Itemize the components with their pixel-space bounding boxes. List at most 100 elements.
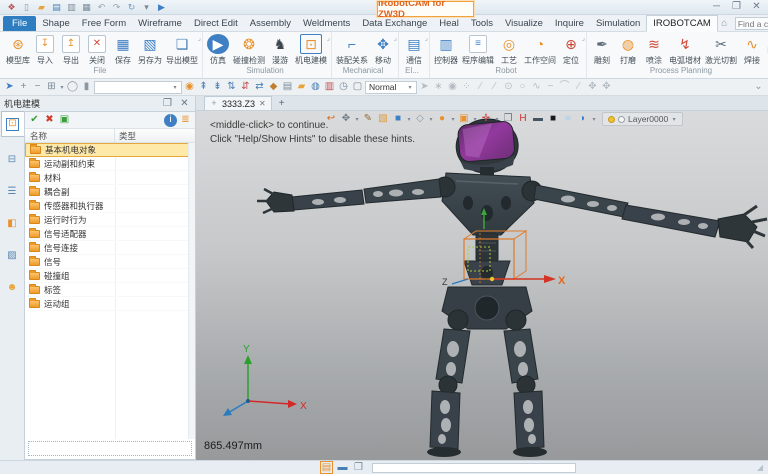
tree-item[interactable]: 材料: [25, 171, 195, 185]
render-ball-caret-icon[interactable]: ▾: [450, 116, 456, 123]
close-document-icon[interactable]: ✕: [259, 99, 266, 108]
dialog-launcher-icon[interactable]: ⌟: [198, 34, 201, 42]
assembly-relation-button[interactable]: ⌐装配关系: [334, 34, 370, 66]
shaded-mode-caret-icon[interactable]: ▾: [406, 116, 412, 123]
tab-direct-edit[interactable]: Direct Edit: [188, 16, 244, 31]
view-mode-caret-icon[interactable]: ▾: [407, 84, 413, 91]
hand2-icon[interactable]: ✥: [600, 81, 613, 94]
frame-icon[interactable]: ▢: [351, 81, 364, 94]
pin-up-icon[interactable]: ⇞: [197, 81, 210, 94]
tree-item[interactable]: 传感器和执行器: [25, 199, 195, 213]
confirm-icon[interactable]: ✔: [28, 114, 41, 127]
split-b-icon[interactable]: ⇵: [239, 81, 252, 94]
line2-icon[interactable]: ∕: [488, 81, 501, 94]
save-button[interactable]: ▦保存: [110, 34, 136, 66]
controller-button[interactable]: ▥控制器: [432, 34, 460, 66]
refresh-icon[interactable]: ↻: [125, 1, 138, 13]
engraving-button[interactable]: ✒雕刻: [589, 34, 615, 66]
toolbar-overflow-icon[interactable]: ⌄: [752, 81, 765, 94]
tab-wireframe[interactable]: Wireframe: [132, 16, 188, 31]
display-monitor-icon[interactable]: ▬: [531, 113, 545, 126]
detail-icon[interactable]: ≣: [179, 114, 192, 127]
qat-caret-icon[interactable]: ▾: [140, 1, 153, 13]
pick-box-caret-icon[interactable]: ▾: [59, 84, 65, 91]
background-icon[interactable]: ▣: [457, 113, 471, 126]
panel-scrollbar[interactable]: [188, 143, 195, 439]
export-model-button[interactable]: ❏导出模型: [164, 34, 200, 66]
view-mode-combo[interactable]: Normal▾: [365, 81, 417, 94]
open-file-icon[interactable]: ▰: [35, 1, 48, 13]
column-header-name[interactable]: 名称: [25, 129, 115, 142]
tab-simulation[interactable]: Simulation: [590, 16, 646, 31]
arc-additive-button[interactable]: ↯电弧增材: [667, 34, 703, 66]
laser-cutting-button[interactable]: ✂激光切割: [703, 34, 739, 66]
play-ring-icon[interactable]: ◉: [446, 81, 459, 94]
monitor-status-icon[interactable]: ▬: [336, 461, 349, 474]
csys-icon[interactable]: ▧: [376, 113, 390, 126]
robot-model[interactable]: X Z Y X: [196, 111, 768, 460]
render-ball-icon[interactable]: ●: [435, 113, 449, 126]
tab-shape[interactable]: Shape: [36, 16, 75, 31]
folder-apply-icon[interactable]: ▣: [58, 114, 71, 127]
style-icon[interactable]: ❖: [5, 1, 18, 13]
tab-irobotcam[interactable]: IROBOTCAM: [646, 15, 718, 32]
exit-view-icon[interactable]: ↩: [324, 113, 338, 126]
note-icon[interactable]: ▤: [281, 81, 294, 94]
dialog-launcher-icon[interactable]: ⌟: [394, 34, 397, 42]
restore-panel-icon[interactable]: ❐: [161, 97, 174, 110]
welding-button[interactable]: ∿焊接: [739, 34, 765, 66]
marker-icon[interactable]: ◆: [267, 81, 280, 94]
remove-pick-icon[interactable]: −: [31, 81, 44, 94]
circle-dot-icon[interactable]: ⊙: [502, 81, 515, 94]
tree-item[interactable]: 信号: [25, 255, 195, 269]
process-button[interactable]: ◎工艺: [496, 34, 522, 66]
select-filter-icon[interactable]: ➤: [3, 81, 16, 94]
close-file-button[interactable]: ✕关闭: [84, 34, 110, 66]
min-window-icon[interactable]: ─: [710, 1, 723, 14]
wireframe-mode-caret-icon[interactable]: ▾: [428, 116, 434, 123]
new-file-icon[interactable]: ▯: [20, 1, 33, 13]
redo-icon[interactable]: ↷: [110, 1, 123, 13]
save-file-icon[interactable]: ▤: [50, 1, 63, 13]
home-icon[interactable]: ⌂: [718, 17, 731, 30]
window-status-icon[interactable]: ❐: [352, 461, 365, 474]
assembly-tab-tab[interactable]: ☰: [1, 179, 24, 205]
undo-icon[interactable]: ↶: [95, 1, 108, 13]
shaded-mode-icon[interactable]: ■: [391, 113, 405, 126]
sketch-pencil-icon[interactable]: ✎: [361, 113, 375, 126]
orbit-icon[interactable]: ✥: [339, 113, 353, 126]
asterisk-icon[interactable]: ∗: [432, 81, 445, 94]
visual-tab-tab[interactable]: ◧: [1, 211, 24, 237]
role-tab-tab[interactable]: ☻: [1, 275, 24, 301]
status-prompt-input[interactable]: [372, 463, 576, 473]
shark-caret-icon[interactable]: ▾: [591, 116, 597, 123]
folder-scene-icon[interactable]: ▰: [295, 81, 308, 94]
add-pick-icon[interactable]: +: [17, 81, 30, 94]
section-icon[interactable]: H: [516, 113, 530, 126]
close-panel-icon[interactable]: ✕: [178, 97, 191, 110]
tree-item[interactable]: 信号适配器: [25, 227, 195, 241]
view-orient-caret-icon[interactable]: ▾: [494, 116, 500, 123]
column-header-type[interactable]: 类型: [115, 130, 195, 142]
tab-weldments[interactable]: Weldments: [297, 16, 356, 31]
viewport-3d[interactable]: <middle-click> to continue. Click "Help/…: [196, 111, 768, 460]
hand-icon[interactable]: ✥: [586, 81, 599, 94]
print-icon[interactable]: ▥: [65, 1, 78, 13]
collision-detect-button[interactable]: ❂碰撞检测: [231, 34, 267, 66]
command-search-input[interactable]: [738, 19, 768, 29]
move-button[interactable]: ✥移动: [370, 34, 396, 66]
info-icon[interactable]: i: [164, 114, 177, 127]
shark-icon[interactable]: ◗: [576, 113, 590, 126]
document-tab[interactable]: + 3333.Z3 ✕: [204, 96, 272, 110]
tree-item[interactable]: 运动副和约束: [25, 157, 195, 171]
background-caret-icon[interactable]: ▾: [472, 116, 478, 123]
view-orient-icon[interactable]: ✛: [479, 113, 493, 126]
line-icon[interactable]: ∕: [474, 81, 487, 94]
layer-selector[interactable]: Layer0000▾: [602, 112, 683, 126]
band-select-icon[interactable]: ▮: [80, 81, 93, 94]
tilde-icon[interactable]: ~: [544, 81, 557, 94]
resize-grip-icon[interactable]: ◢: [757, 463, 763, 472]
lasso-icon[interactable]: ◯: [66, 81, 79, 94]
program-edit-button[interactable]: ≡程序编辑: [460, 34, 496, 66]
tab-free-form[interactable]: Free Form: [76, 16, 132, 31]
